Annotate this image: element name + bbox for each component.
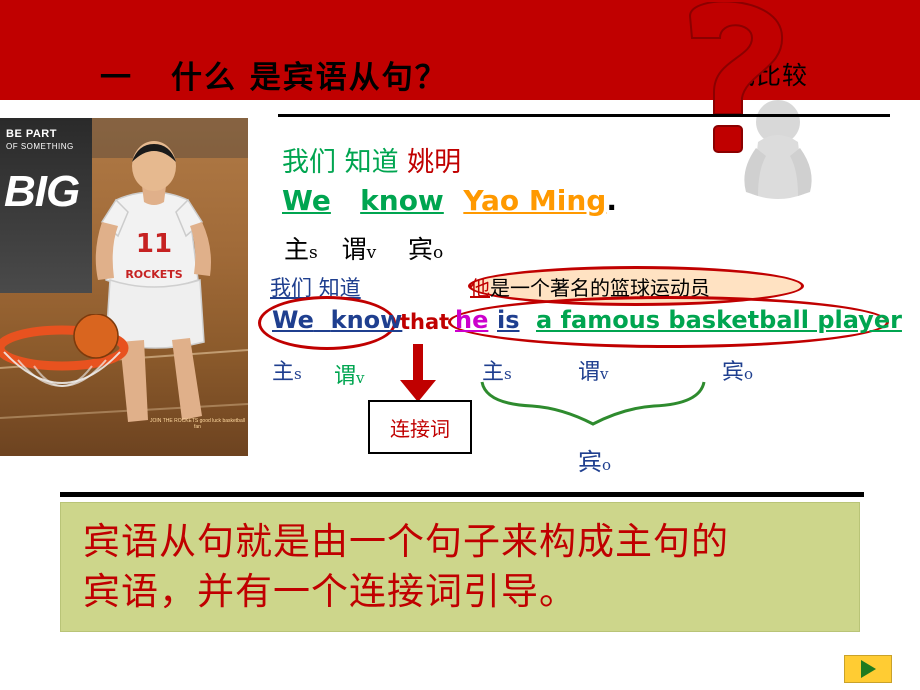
brace-object-label: 宾o: [578, 442, 611, 477]
ex2-en-know: know: [330, 306, 403, 334]
ex2-en-rest: a famous basketball player: [536, 306, 902, 334]
photo-overlay-line1: BE PART: [6, 128, 57, 140]
yao-ming-photo: BE PART OF SOMETHING BIG 11 ROCKETS JOIN…: [0, 118, 248, 456]
divider-top: [278, 114, 890, 117]
divider-middle: [60, 492, 864, 497]
next-slide-button[interactable]: [844, 655, 892, 683]
basketball-hoop-icon: [0, 314, 129, 387]
question-mark-icon: [688, 2, 812, 199]
ex1-en-period: .: [606, 184, 617, 217]
ex2-clause-role-object: 宾o: [722, 354, 753, 386]
conclusion-box: 宾语从句就是由一个句子来构成主句的 宾语，并有一个连接词引导。: [60, 502, 860, 632]
connector-box: 连接词: [368, 400, 472, 454]
arrow-down-icon: [400, 380, 436, 402]
ex2-role-verb: 谓v: [334, 358, 365, 390]
ex2-en-is: is: [497, 306, 520, 334]
photo-overlay-small: BE PART OF SOMETHING: [6, 128, 74, 153]
page-title-part2: 什么: [171, 60, 237, 96]
ex1-role-subject-sub: s: [309, 243, 318, 263]
example1-english: We know Yao Ming.: [282, 184, 617, 217]
svg-text:ROCKETS: ROCKETS: [125, 268, 182, 281]
ex2-en-we: We: [272, 306, 314, 334]
example1-roles: 主s 谓v 宾o: [284, 230, 443, 266]
page-title-part1: 一: [100, 60, 133, 96]
ex2-role-subject-sub: s: [294, 365, 302, 383]
brace-object-char: 宾: [578, 448, 602, 476]
ex1-en-yaoming: Yao Ming: [463, 184, 607, 217]
photo-caption: JOIN THE ROCKETS good luck basketball fa…: [150, 418, 245, 430]
ex1-cn-yaoming: 姚明: [407, 147, 462, 178]
page-title-part3: 是宾语从句？: [249, 60, 448, 96]
photo-overlay-big: BIG: [4, 167, 80, 216]
ex1-role-verb-sub: v: [366, 243, 377, 263]
ex1-role-subject: 主: [284, 235, 310, 264]
ex2-role-verb-sub: v: [356, 369, 365, 387]
arrow-shaft: [413, 344, 423, 384]
ex2-en-he: he: [455, 306, 489, 334]
photo-overlay-line2: OF SOMETHING: [6, 142, 74, 151]
connector-box-label: 连接词: [390, 416, 450, 441]
ex2-role-verb-char: 谓: [334, 364, 357, 389]
ex2-clause-object-char: 宾: [722, 360, 745, 385]
ex2-role-subject-char: 主: [272, 360, 295, 385]
ex2-clause-object-sub: o: [744, 365, 754, 383]
ex1-role-object-sub: o: [433, 243, 444, 263]
svg-text:11: 11: [136, 229, 172, 259]
conclusion-line2: 宾语，并有一个连接词引导。: [83, 570, 577, 613]
ex1-en-know: know: [360, 184, 444, 217]
play-triangle-icon: [860, 660, 876, 678]
ex2-en-we-know: We know: [272, 306, 402, 334]
ex1-cn-we: 我们: [282, 147, 336, 178]
brace-object-sub: o: [602, 456, 612, 474]
ex2-cn-he: 他: [470, 276, 490, 300]
page-title: 一 什么 是宾语从句？: [100, 52, 448, 97]
example1-chinese: 我们 知道 姚明: [282, 140, 461, 179]
ex2-role-subject: 主s: [272, 354, 302, 386]
green-brace: [480, 381, 706, 426]
ex1-role-object: 宾: [408, 235, 434, 264]
conclusion-line1: 宾语从句就是由一个句子来构成主句的: [83, 520, 729, 563]
ex1-en-we: We: [282, 184, 331, 217]
ex1-cn-know: 知道: [344, 147, 399, 178]
ex1-role-verb: 谓: [341, 235, 367, 264]
ex2-en-that: that: [400, 310, 450, 334]
